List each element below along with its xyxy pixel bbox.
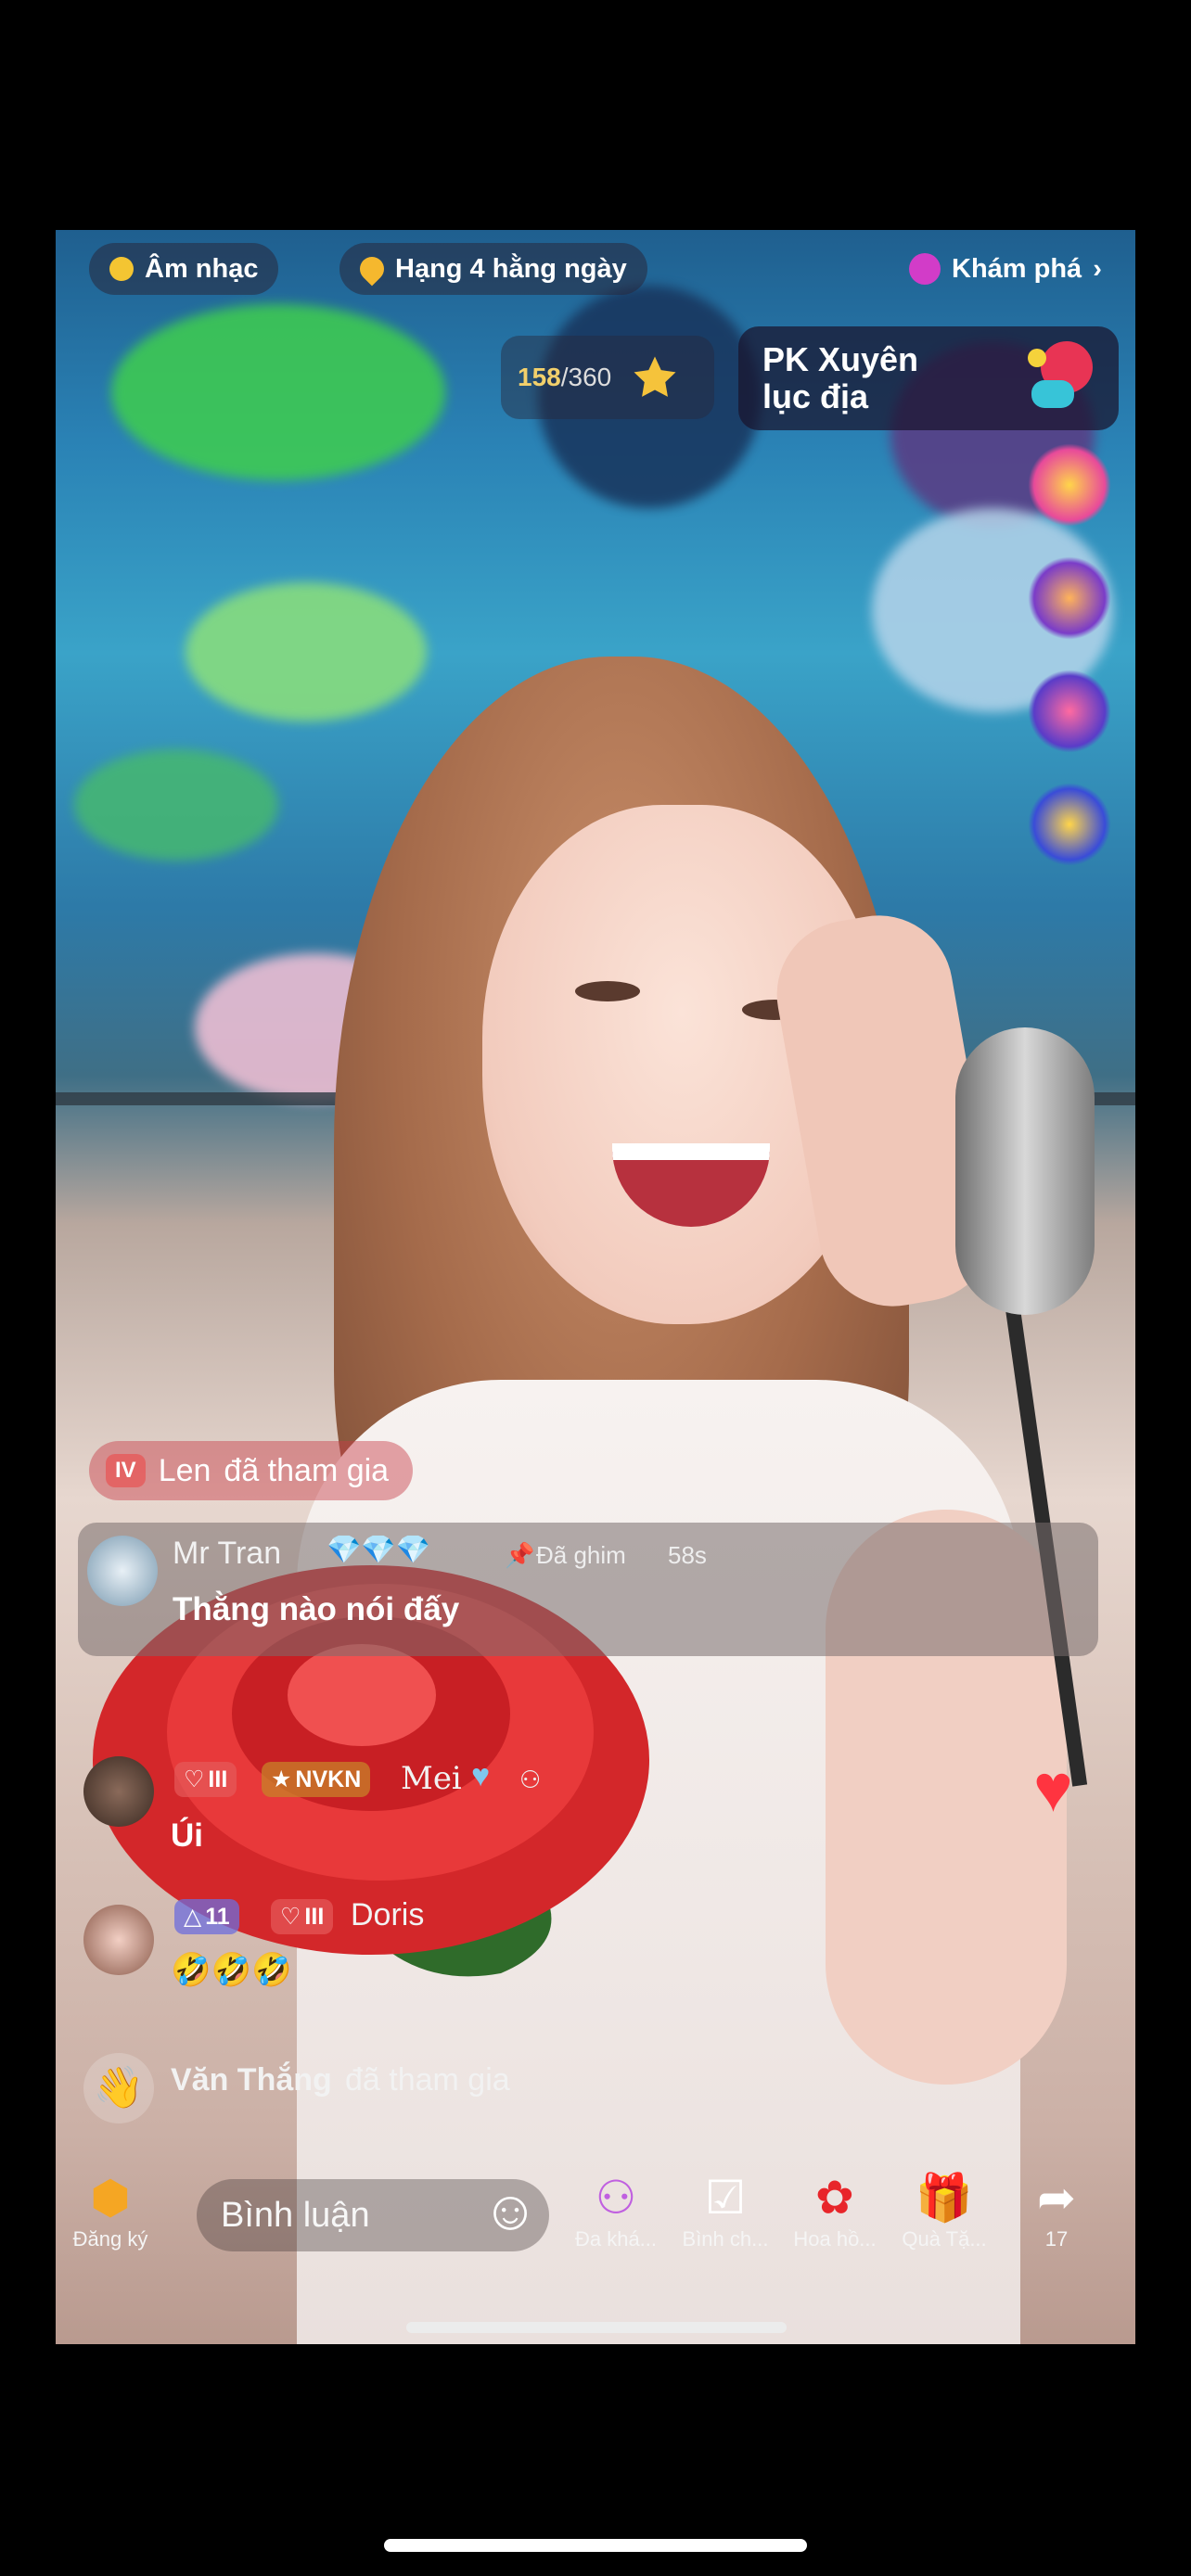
explore-icon xyxy=(909,253,941,285)
home-indicator[interactable] xyxy=(384,2539,807,2552)
rose-icon: ✿ xyxy=(815,2172,854,2224)
tool-label: Đa khá... xyxy=(574,2227,658,2251)
comment-text: Thằng nào nói đấy xyxy=(173,1591,460,1627)
progress-separator: / xyxy=(560,363,569,391)
rank-text: 11 xyxy=(205,1903,230,1930)
tool-label: Hoa hồ... xyxy=(793,2227,877,2251)
share-arrow-icon: ➦ xyxy=(1037,2172,1076,2224)
boxing-glove-icon xyxy=(1028,341,1093,408)
bottom-toolbar: ⬢ Đăng ký Bình luận ☺ ⚇ Đa khá... ☑ Bình… xyxy=(56,2168,1135,2279)
poll-icon: ☑ xyxy=(704,2172,747,2224)
comment-text: 🤣🤣🤣 xyxy=(171,1952,292,1988)
level-text: III xyxy=(304,1903,325,1930)
club-badge: ★ NVKN xyxy=(262,1762,371,1797)
side-activity-icons xyxy=(1018,443,1121,896)
progress-current: 158 xyxy=(518,363,561,391)
flame-icon xyxy=(354,251,390,287)
smiley-icon: ☺ xyxy=(481,2179,539,2241)
diamond-badges: 💎💎💎 xyxy=(327,1535,431,1565)
join-user[interactable]: Len xyxy=(159,1453,211,1489)
pinned-label: Đã ghim xyxy=(536,1541,626,1569)
tool-label: Bình ch... xyxy=(682,2227,769,2251)
subscribe-label: Đăng ký xyxy=(72,2227,148,2251)
microphone xyxy=(955,1027,1095,1315)
heart-icon: ♡ xyxy=(280,1904,301,1930)
user-level-badge: IV xyxy=(106,1454,146,1487)
category-label: Âm nhạc xyxy=(145,253,259,284)
join-notice: IV Len đã tham gia xyxy=(89,1441,414,1500)
party-icon[interactable] xyxy=(1028,556,1111,640)
background-paint xyxy=(111,304,445,480)
pin-icon: 📌 xyxy=(505,1541,535,1569)
rank-label: Hạng 4 hằng ngày xyxy=(395,253,627,284)
background-paint xyxy=(186,582,427,721)
event-icon[interactable] xyxy=(1028,783,1111,866)
level-text: III xyxy=(208,1766,228,1792)
user-level-badge: ♡ III xyxy=(271,1899,334,1934)
tool-multi-guest[interactable]: ⚇ Đa khá... xyxy=(561,2168,671,2251)
tool-gift[interactable]: 🎁 Quà Tặ... xyxy=(890,2168,999,2251)
star-icon: ★ xyxy=(271,1766,292,1792)
live-stream-view: Âm nhạc Hạng 4 hằng ngày Khám phá › 158/… xyxy=(56,230,1135,2344)
blue-heart-icon: ♥ xyxy=(471,1758,491,1793)
floating-heart-icon: ♥ xyxy=(1033,1752,1073,1826)
join-text: đã tham gia xyxy=(224,1452,390,1488)
chevron-right-icon: › xyxy=(1093,253,1102,284)
star-icon xyxy=(634,356,676,397)
tool-rose[interactable]: ✿ Hoa hồ... xyxy=(780,2168,890,2251)
group-icon: ⚇ xyxy=(519,1766,542,1793)
join-text: đã tham gia xyxy=(345,2062,510,2098)
gift-icon: 🎁 xyxy=(915,2172,974,2224)
explore-label: Khám phá xyxy=(952,253,1082,284)
pinned-comment[interactable]: Mr Tran 💎💎💎 📌 Đã ghim 58s Thằng nào nói … xyxy=(78,1523,1098,1656)
pk-title: PK Xuyên lục địa xyxy=(762,340,919,415)
tool-poll[interactable]: ☑ Bình ch... xyxy=(671,2168,780,2251)
comment-placeholder: Bình luận xyxy=(221,2195,370,2235)
user-level-badge: ♡ III xyxy=(174,1762,237,1797)
rank-badge: △ 11 xyxy=(174,1899,239,1934)
avatar[interactable] xyxy=(87,1536,158,1606)
triangle-icon: △ xyxy=(184,1904,202,1930)
subscribe-button[interactable]: ⬢ Đăng ký xyxy=(56,2168,165,2251)
dancer-icon[interactable] xyxy=(1028,670,1111,753)
music-icon xyxy=(109,257,134,281)
avatar[interactable] xyxy=(83,1756,154,1827)
streamer-eye xyxy=(575,981,640,1001)
avatar[interactable] xyxy=(83,1905,154,1975)
tool-label: Quà Tặ... xyxy=(902,2227,987,2251)
hexagon-star-icon: ⬢ xyxy=(90,2172,131,2224)
inner-home-indicator xyxy=(406,2322,787,2333)
comment-user[interactable]: Mr Tran xyxy=(173,1536,281,1572)
comment-text: Úi xyxy=(171,1817,203,1854)
multi-guest-icon: ⚇ xyxy=(595,2172,637,2224)
explore-button[interactable]: Khám phá › xyxy=(900,243,1111,295)
category-chip[interactable]: Âm nhạc xyxy=(89,243,279,295)
comment-user[interactable]: Mei xyxy=(401,1760,462,1797)
pk-banner[interactable]: PK Xuyên lục địa xyxy=(738,326,1119,430)
heart-icon: ♡ xyxy=(184,1766,205,1792)
daily-rank-chip[interactable]: Hạng 4 hằng ngày xyxy=(339,243,647,295)
emoji-button[interactable]: ☺ xyxy=(473,2174,547,2248)
background-paint xyxy=(74,749,278,861)
progress-text: 158/360 xyxy=(518,363,611,392)
share-count: 17 xyxy=(1044,2227,1069,2251)
progress-total: 360 xyxy=(568,363,612,391)
star-progress[interactable]: 158/360 xyxy=(501,336,714,419)
comment-user[interactable]: Doris xyxy=(351,1897,424,1933)
pinwheel-icon[interactable] xyxy=(1028,443,1111,527)
share-button[interactable]: ➦ 17 xyxy=(1002,2168,1111,2251)
comment-time: 58s xyxy=(668,1541,707,1569)
join-user[interactable]: Văn Thắng xyxy=(171,2062,332,2098)
wave-icon: 👋 xyxy=(83,2053,154,2123)
club-text: NVKN xyxy=(295,1766,362,1792)
